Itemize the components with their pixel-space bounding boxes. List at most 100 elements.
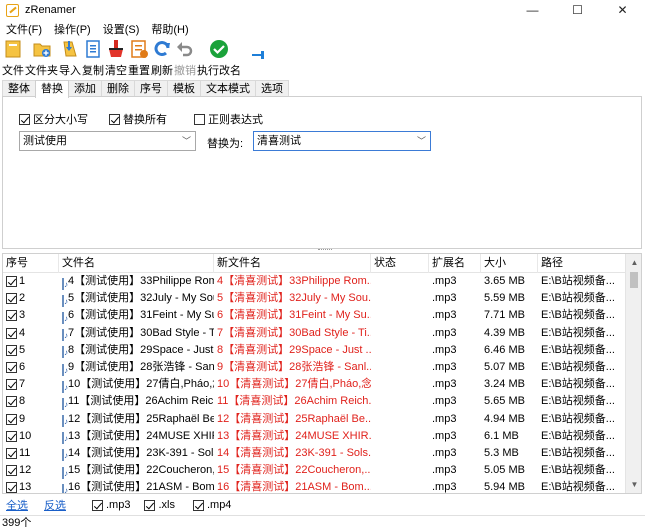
undo-button[interactable]: 撤销 [174, 37, 196, 78]
row-path: E:\B站视频备... [541, 292, 615, 305]
vertical-scrollbar[interactable]: ▲ ▼ [625, 254, 641, 493]
menu-operation[interactable]: 操作(P) [48, 21, 97, 37]
row-checkbox[interactable] [6, 310, 17, 322]
col-status[interactable]: 状态 [371, 254, 429, 273]
reset-button[interactable]: 重置 [128, 37, 150, 78]
row-filename: 7【测试使用】30Bad Style - Ti... [59, 325, 214, 342]
import-button[interactable]: 导入 [59, 37, 81, 78]
row-seq: 6 [3, 359, 59, 376]
col-ext[interactable]: 扩展名 [429, 254, 481, 273]
replace-combobox[interactable]: 清喜测试 ﹀ [253, 131, 431, 151]
folder-button[interactable]: 文件夹 [25, 37, 58, 78]
maximize-button[interactable]: ☐ [555, 0, 600, 20]
replace-with-label: 替换为: [207, 138, 244, 150]
scroll-up-icon[interactable]: ▲ [626, 254, 641, 271]
table-header: 序号 文件名 新文件名 状态 扩展名 大小 路径 [3, 254, 625, 273]
table-row[interactable]: 912【测试使用】25Raphaël Be...12【清喜测试】25Raphaë… [3, 411, 625, 428]
table-row[interactable]: 69【测试使用】28张浩锋 - Sanl...9【清喜测试】28张浩锋 - Sa… [3, 359, 625, 376]
checkbox-box [194, 113, 205, 125]
chevron-down-icon[interactable]: ﹀ [417, 132, 426, 150]
filter-mp3-checkbox[interactable]: .mp3 [92, 499, 130, 511]
menu-help[interactable]: 帮助(H) [145, 21, 194, 37]
table-row[interactable]: 47【测试使用】30Bad Style - Ti...7【清喜测试】30Bad … [3, 325, 625, 342]
table-row[interactable]: 1013【测试使用】24MUSE XHIR...13【清喜测试】24MUSE X… [3, 428, 625, 445]
tab-delete[interactable]: 删除 [101, 80, 135, 97]
clear-button[interactable]: 清空 [105, 37, 127, 78]
row-checkbox[interactable] [6, 276, 17, 288]
case-sensitive-checkbox[interactable]: 区分大小写 [19, 111, 88, 127]
tab-replace[interactable]: 替换 [35, 80, 69, 98]
find-combobox[interactable]: 测试使用 ﹀ [19, 131, 196, 151]
row-checkbox[interactable] [6, 396, 17, 408]
row-checkbox[interactable] [6, 447, 17, 459]
row-checkbox[interactable] [6, 465, 17, 477]
tab-overall[interactable]: 整体 [2, 80, 36, 97]
row-checkbox[interactable] [6, 379, 17, 391]
table-row[interactable]: 25【测试使用】32July - My Sou...5【清喜测试】32July … [3, 290, 625, 307]
row-filename: 16【测试使用】21ASM - Bom... [59, 479, 214, 493]
regex-checkbox[interactable]: 正则表达式 [194, 111, 263, 127]
row-size: 5.59 MB [484, 292, 525, 305]
minimize-button[interactable]: — [510, 0, 555, 20]
tab-add[interactable]: 添加 [68, 80, 102, 97]
row-new-filename: 13【清喜测试】24MUSE XHIR... [217, 429, 371, 442]
row-checkbox[interactable] [6, 344, 17, 356]
select-all-link[interactable]: 全选 [6, 497, 28, 513]
row-checkbox[interactable] [6, 430, 17, 442]
close-button[interactable]: ✕ [600, 0, 645, 20]
execute-rename-button[interactable]: 执行改名 [197, 37, 241, 78]
tab-options[interactable]: 选项 [255, 80, 289, 97]
file-button[interactable]: 文件 [2, 37, 24, 78]
replace-all-checkbox[interactable]: 替换所有 [109, 111, 167, 127]
table-row[interactable]: 36【测试使用】31Feint - My Su...6【清喜测试】31Feint… [3, 307, 625, 324]
audio-file-icon [62, 430, 68, 445]
row-checkbox[interactable] [6, 482, 17, 493]
filter-mp4-checkbox[interactable]: .mp4 [192, 499, 231, 511]
row-path: E:\B站视频备... [541, 395, 615, 408]
filter-xls-checkbox[interactable]: .xls [144, 499, 175, 511]
row-new-filename: 10【清喜测试】27倩白,Pháo,念... [217, 378, 371, 391]
table-row[interactable]: 58【测试使用】29Space - Just ...8【清喜测试】29Space… [3, 342, 625, 359]
row-checkbox[interactable] [6, 293, 17, 305]
checkbox-box [109, 113, 120, 125]
table-row[interactable]: 1114【测试使用】23K-391 - Sols...14【清喜测试】23K-3… [3, 445, 625, 462]
scroll-thumb[interactable] [630, 272, 638, 288]
scroll-down-icon[interactable]: ▼ [626, 476, 641, 493]
tab-text-mode[interactable]: 文本模式 [200, 80, 256, 97]
row-size: 3.65 MB [484, 275, 525, 288]
table-row[interactable]: 1316【测试使用】21ASM - Bom...16【清喜测试】21ASM - … [3, 479, 625, 493]
pin-icon[interactable] [252, 51, 268, 59]
table-row[interactable]: 710【测试使用】27倩白,Pháo,念...10【清喜测试】27倩白,Pháo… [3, 376, 625, 393]
title-bar: zRenamer — ☐ ✕ [0, 0, 645, 20]
row-size: 5.3 MB [484, 446, 519, 459]
tab-template[interactable]: 模板 [167, 80, 201, 97]
splitter-handle[interactable] [318, 249, 332, 252]
tab-sequence[interactable]: 序号 [134, 80, 168, 97]
row-checkbox[interactable] [6, 327, 17, 339]
refresh-button[interactable]: 刷新 [151, 37, 173, 78]
col-size[interactable]: 大小 [481, 254, 538, 273]
menu-file[interactable]: 文件(F) [0, 21, 48, 37]
copy-button[interactable]: 复制 [82, 37, 104, 78]
row-seq: 12 [3, 462, 59, 479]
chevron-down-icon[interactable]: ﹀ [182, 132, 191, 150]
row-path: E:\B站视频备... [541, 464, 615, 477]
copy-icon [86, 40, 100, 58]
row-ext: .mp3 [432, 429, 457, 442]
col-path[interactable]: 路径 [538, 254, 625, 273]
row-checkbox[interactable] [6, 413, 17, 425]
table-row[interactable]: 1215【测试使用】22Coucheron,...15【清喜测试】22Couch… [3, 462, 625, 479]
col-new-filename[interactable]: 新文件名 [214, 254, 371, 273]
row-checkbox[interactable] [6, 362, 17, 374]
invert-selection-link[interactable]: 反选 [44, 497, 66, 513]
window-title: zRenamer [25, 4, 76, 16]
table-row[interactable]: 14【测试使用】33Philippe Rom...4【清喜测试】33Philip… [3, 273, 625, 290]
col-seq[interactable]: 序号 [3, 254, 59, 273]
col-filename[interactable]: 文件名 [59, 254, 214, 273]
refresh-icon [154, 41, 170, 56]
table-row[interactable]: 811【测试使用】26Achim Reich...11【清喜测试】26Achim… [3, 393, 625, 410]
menu-settings[interactable]: 设置(S) [97, 21, 146, 37]
row-new-filename: 15【清喜测试】22Coucheron,... [217, 464, 371, 477]
row-filename: 14【测试使用】23K-391 - Sols... [59, 445, 214, 462]
menu-bar: 文件(F) 操作(P) 设置(S) 帮助(H) [0, 20, 645, 37]
